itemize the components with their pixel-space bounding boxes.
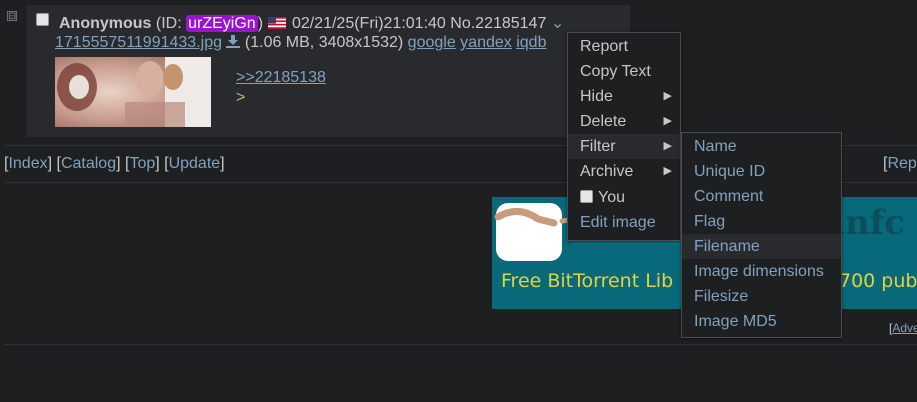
submenu-arrow-icon: ▶	[663, 115, 672, 127]
nav-index-link[interactable]: Index	[8, 155, 47, 172]
banner-text: Free BitTorrent Lib	[501, 270, 674, 292]
filter-submenu: Name Unique ID Comment Flag Filename Ima…	[681, 132, 842, 338]
yandex-search-link[interactable]: yandex	[460, 34, 512, 51]
menu-item-archive[interactable]: Archive ▶	[568, 159, 680, 184]
divider	[4, 344, 917, 345]
post-context-menu: Report Copy Text Hide ▶ Delete ▶ Filter ▶ A…	[567, 32, 681, 241]
filter-item-flag[interactable]: Flag	[682, 209, 841, 234]
nav-catalog-link[interactable]: Catalog	[61, 155, 116, 172]
menu-item-edit-image[interactable]: Edit image	[568, 210, 680, 235]
poster-id-badge[interactable]: urZEyiGn	[186, 15, 258, 32]
banner-text-right: 700 pub	[839, 270, 917, 292]
submenu-arrow-icon: ▶	[663, 90, 672, 102]
google-search-link[interactable]: google	[408, 34, 456, 51]
menu-item-you[interactable]: You	[568, 185, 680, 210]
filter-item-image-md5[interactable]: Image MD5	[682, 309, 841, 334]
file-link[interactable]: 1715557511991433.jpg	[55, 34, 222, 51]
submenu-arrow-icon: ▶	[663, 165, 672, 177]
us-flag-icon	[268, 17, 287, 29]
filter-item-name[interactable]: Name	[682, 134, 841, 159]
iqdb-search-link[interactable]: iqdb	[516, 34, 546, 51]
menu-item-report[interactable]: Report	[568, 34, 680, 59]
post-select-checkbox[interactable]	[36, 13, 49, 26]
poster-name: Anonymous	[59, 15, 152, 32]
menu-item-delete[interactable]: Delete ▶	[568, 109, 680, 134]
post-number[interactable]: No.22185147	[450, 15, 546, 32]
menu-item-filter[interactable]: Filter ▶	[568, 134, 680, 159]
post-header: Anonymous (ID: urZEyiGn) 02/21/25(Fri)21…	[59, 13, 564, 33]
advertise-link[interactable]: Adve	[892, 321, 917, 335]
menu-item-copy-text[interactable]: Copy Text	[568, 59, 680, 84]
filter-item-filename[interactable]: Filename	[682, 234, 841, 259]
greentext-line: >	[236, 89, 246, 106]
id-prefix: (ID:	[155, 15, 187, 32]
hide-post-toggle[interactable]: ⊟	[7, 11, 17, 22]
nav-report-link[interactable]: Rep	[887, 155, 916, 172]
nav-top-link[interactable]: Top	[129, 155, 155, 172]
post-menu-chevron-icon[interactable]: ⌄	[551, 15, 564, 32]
filter-item-image-dimensions[interactable]: Image dimensions	[682, 259, 841, 284]
you-checkbox[interactable]	[580, 190, 593, 203]
file-info-line: 1715557511991433.jpg (1.06 MB, 3408x1532…	[55, 34, 546, 52]
download-icon[interactable]	[226, 35, 241, 48]
nav-update-link[interactable]: Update	[169, 155, 221, 172]
file-size-dimensions: (1.06 MB, 3408x1532)	[244, 34, 404, 51]
banner-title-fragment: infc	[832, 203, 905, 243]
filter-item-unique-id[interactable]: Unique ID	[682, 159, 841, 184]
menu-item-hide[interactable]: Hide ▶	[568, 84, 680, 109]
post-thumbnail[interactable]	[55, 57, 211, 127]
post-datetime: 02/21/25(Fri)21:01:40	[291, 15, 446, 32]
nav-right: [Rep	[883, 155, 917, 172]
filter-item-filesize[interactable]: Filesize	[682, 284, 841, 309]
advertise-link-wrap: [Adve	[889, 321, 917, 335]
board-navigation: [Index] [Catalog] [Top] [Update]	[4, 155, 225, 172]
quote-link[interactable]: >>22185138	[236, 69, 326, 87]
id-suffix: )	[257, 15, 264, 32]
submenu-arrow-icon: ▶	[663, 140, 672, 152]
filter-item-comment[interactable]: Comment	[682, 184, 841, 209]
